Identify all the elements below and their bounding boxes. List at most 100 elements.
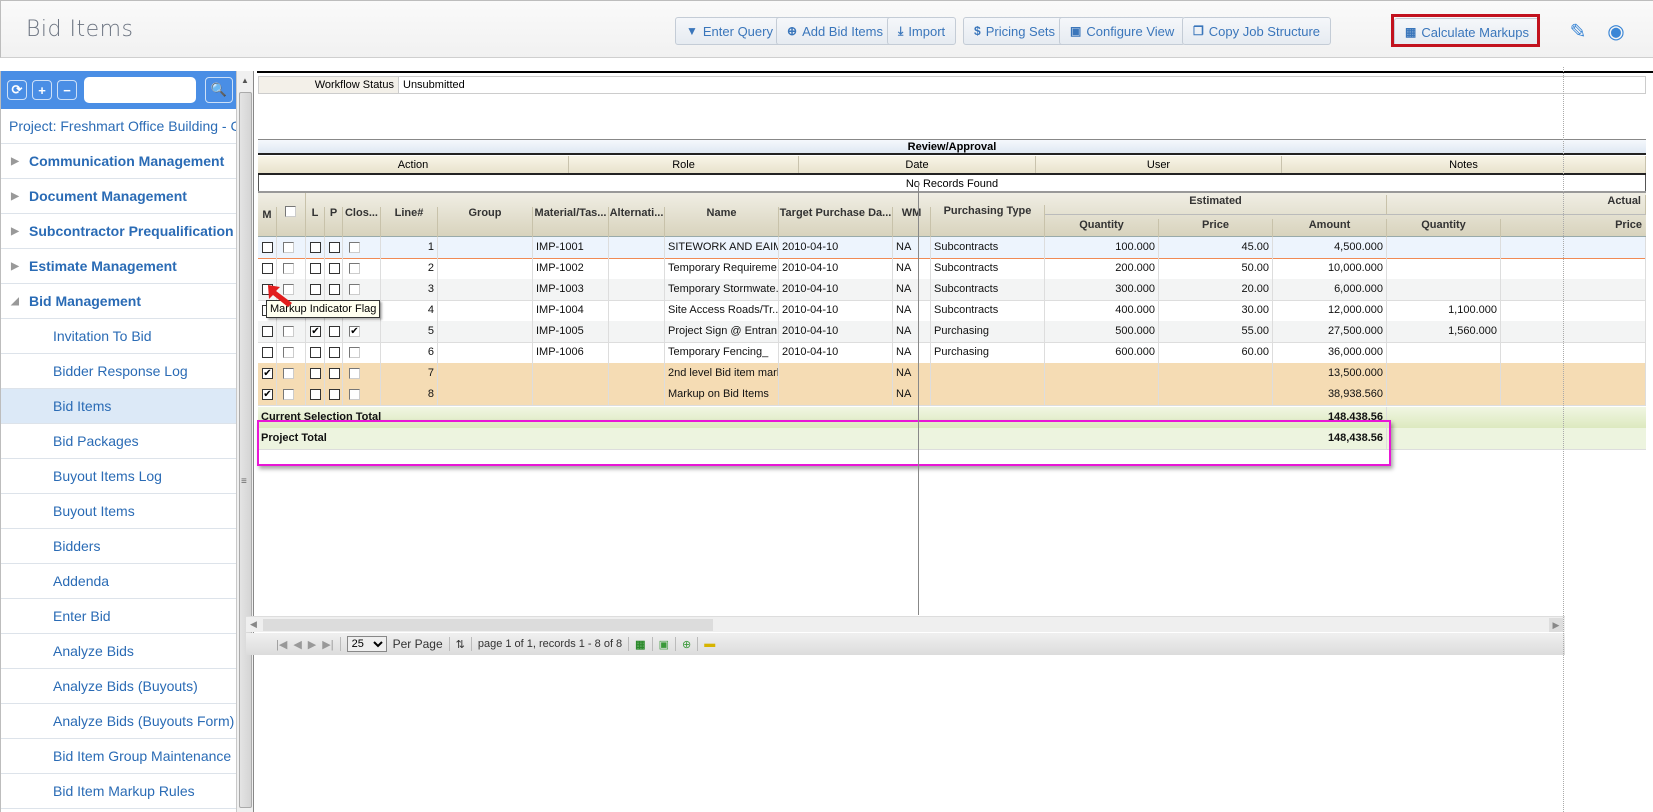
- prev-page-icon[interactable]: ◀: [293, 638, 301, 651]
- col-name[interactable]: Name: [665, 207, 779, 237]
- row-select-checkbox[interactable]: [283, 263, 294, 274]
- add-bid-items-button[interactable]: ⊕ Add Bid Items: [776, 17, 894, 45]
- enter-query-button[interactable]: ▼ Enter Query: [675, 17, 784, 45]
- col-act-quantity[interactable]: Quantity: [1387, 219, 1501, 237]
- l-checkbox[interactable]: [310, 389, 321, 400]
- sidebar-group[interactable]: ◢ Bid Management: [1, 284, 236, 319]
- sidebar-item[interactable]: Analyze Bids: [1, 634, 236, 669]
- col-closed[interactable]: Clos...: [343, 207, 381, 237]
- import-button[interactable]: ⤓ Import: [887, 17, 957, 45]
- page-size-select[interactable]: 25: [346, 636, 387, 652]
- l-checkbox[interactable]: [310, 242, 321, 253]
- table-row[interactable]: ✔ 8 Markup on Bid Items NA 38,938.560: [258, 384, 1646, 406]
- filter-sort-icon[interactable]: ⇅: [456, 638, 465, 651]
- markup-flag-checkbox[interactable]: [262, 326, 273, 337]
- closed-checkbox[interactable]: [349, 263, 360, 274]
- p-checkbox[interactable]: [329, 263, 340, 274]
- l-checkbox[interactable]: [310, 347, 321, 358]
- sidebar-item[interactable]: Enter Bid: [1, 599, 236, 634]
- next-page-icon[interactable]: ▶: [308, 638, 316, 651]
- excel-export-icon[interactable]: ▦: [635, 638, 645, 651]
- p-checkbox[interactable]: [329, 347, 340, 358]
- closed-checkbox[interactable]: [349, 242, 360, 253]
- col-est-quantity[interactable]: Quantity: [1045, 219, 1159, 237]
- table-row[interactable]: ✔ ✔ 5 IMP-1005 Project Sign @ Entran... 2010-…: [258, 321, 1646, 343]
- col-l[interactable]: L: [306, 207, 325, 237]
- first-page-icon[interactable]: |◀: [276, 638, 287, 651]
- sidebar-item[interactable]: Bidder Response Log: [1, 354, 236, 389]
- sidebar-group[interactable]: ▶ Document Management: [1, 179, 236, 214]
- select-all-checkbox[interactable]: [285, 206, 296, 217]
- p-checkbox[interactable]: [329, 242, 340, 253]
- table-row[interactable]: 2 IMP-1002 Temporary Requireme... 2010-04-1…: [258, 258, 1646, 280]
- markup-flag-checkbox[interactable]: [262, 347, 273, 358]
- search-icon[interactable]: 🔍: [205, 77, 233, 103]
- scroll-right-icon[interactable]: ▶: [1549, 618, 1563, 632]
- col-alternate[interactable]: Alternati...: [609, 207, 665, 237]
- grid-horizontal-scrollbar[interactable]: ◀ ▶: [246, 616, 1565, 632]
- col-target-date[interactable]: Target Purchase Da...: [779, 207, 893, 237]
- save-icon[interactable]: ▣: [659, 638, 669, 651]
- p-checkbox[interactable]: [329, 284, 340, 295]
- markup-flag-checkbox[interactable]: ✔: [262, 389, 273, 400]
- p-checkbox[interactable]: [329, 368, 340, 379]
- collapsed-arrow-icon[interactable]: ▶: [1, 191, 29, 202]
- refresh-icon[interactable]: ⟳: [7, 80, 27, 100]
- p-checkbox[interactable]: [329, 389, 340, 400]
- row-select-checkbox[interactable]: [283, 389, 294, 400]
- closed-checkbox[interactable]: [349, 284, 360, 295]
- ra-col-notes[interactable]: Notes: [1282, 156, 1646, 173]
- hscroll-thumb[interactable]: [263, 619, 713, 631]
- sidebar-item[interactable]: Bid Item Markup Rules: [1, 774, 236, 809]
- table-row[interactable]: 3 IMP-1003 Temporary Stormwate... 2010-04-1…: [258, 279, 1646, 301]
- col-group[interactable]: Group: [438, 207, 533, 237]
- sidebar-item[interactable]: Bid Item Group Maintenance: [1, 739, 236, 774]
- collapsed-arrow-icon[interactable]: ▶: [1, 261, 29, 272]
- sidebar-item[interactable]: Buyout Items Log: [1, 459, 236, 494]
- markup-flag-checkbox[interactable]: [262, 263, 273, 274]
- markup-flag-checkbox[interactable]: [262, 242, 273, 253]
- configure-view-button[interactable]: ▣ Configure View: [1059, 17, 1186, 45]
- ra-col-user[interactable]: User: [1036, 156, 1282, 173]
- last-page-icon[interactable]: ▶|: [322, 638, 333, 651]
- closed-checkbox[interactable]: ✔: [349, 326, 360, 337]
- row-select-checkbox[interactable]: [283, 326, 294, 337]
- pricing-sets-button[interactable]: $ Pricing Sets: [963, 17, 1067, 45]
- table-row[interactable]: 6 IMP-1006 Temporary Fencing_ 2010-04-10 NA P…: [258, 342, 1646, 364]
- grid-split-line[interactable]: [918, 181, 919, 615]
- l-checkbox[interactable]: [310, 284, 321, 295]
- l-checkbox[interactable]: [310, 368, 321, 379]
- table-row[interactable]: ✔✔✔4IMP-1004Site Access Roads/Tr...2010-…: [258, 300, 1646, 322]
- p-checkbox[interactable]: [329, 326, 340, 337]
- l-checkbox[interactable]: [310, 263, 321, 274]
- col-act-price[interactable]: Price: [1501, 219, 1646, 237]
- add-row-icon[interactable]: ⊕: [682, 638, 691, 651]
- col-wm[interactable]: WM: [893, 207, 931, 237]
- sidebar-item[interactable]: Bidders: [1, 529, 236, 564]
- col-est-price[interactable]: Price: [1159, 219, 1273, 237]
- markup-flag-checkbox[interactable]: ✔: [262, 368, 273, 379]
- sidebar-group[interactable]: ▶ Subcontractor Prequalification: [1, 214, 236, 249]
- sidebar-item[interactable]: Buyout Items: [1, 494, 236, 529]
- col-material[interactable]: Material/Tas...: [533, 207, 609, 237]
- col-m[interactable]: M: [258, 207, 277, 237]
- closed-checkbox[interactable]: [349, 389, 360, 400]
- sidebar-scrollbar[interactable]: ▲ ≡: [237, 71, 254, 812]
- sidebar-item[interactable]: Analyze Bids (Buyouts Form): [1, 704, 236, 739]
- expanded-arrow-icon[interactable]: ◢: [1, 296, 29, 307]
- row-select-checkbox[interactable]: [283, 347, 294, 358]
- col-est-amount[interactable]: Amount: [1273, 219, 1387, 237]
- ra-col-role[interactable]: Role: [569, 156, 799, 173]
- sidebar-item[interactable]: Analyze Bids (Buyouts): [1, 669, 236, 704]
- collapsed-arrow-icon[interactable]: ▶: [1, 156, 29, 167]
- note-icon[interactable]: ▬: [704, 638, 715, 650]
- user-icon[interactable]: ◉: [1604, 19, 1628, 43]
- row-select-checkbox[interactable]: [283, 242, 294, 253]
- sidebar-item[interactable]: Invitation To Bid: [1, 319, 236, 354]
- scroll-left-icon[interactable]: ◀: [250, 619, 257, 630]
- row-select-checkbox[interactable]: [283, 368, 294, 379]
- table-row[interactable]: ✔ 7 2nd level Bid item mark... NA 13,500.000: [258, 363, 1646, 385]
- sidebar-item[interactable]: Bid Packages: [1, 424, 236, 459]
- col-line[interactable]: Line#: [381, 207, 438, 237]
- col-p[interactable]: P: [325, 207, 343, 237]
